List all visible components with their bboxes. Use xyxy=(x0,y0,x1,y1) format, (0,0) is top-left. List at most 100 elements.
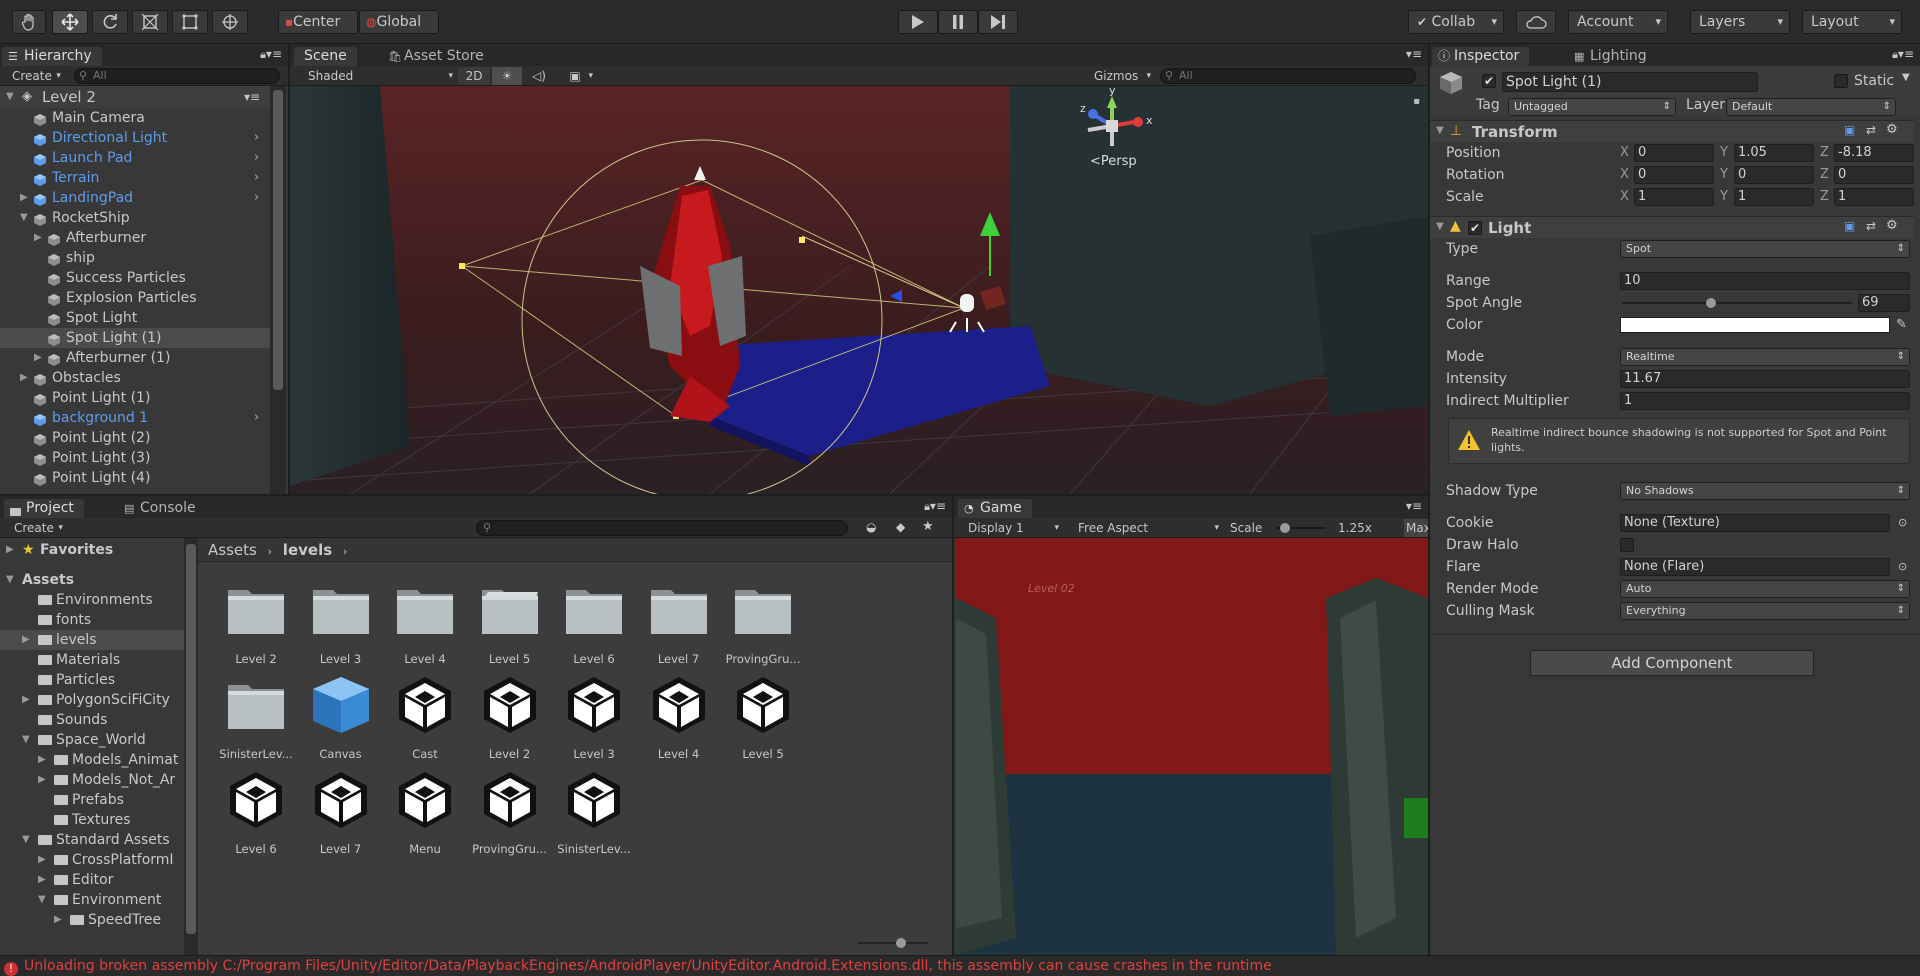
hierarchy-item[interactable]: Explosion Particles xyxy=(0,288,270,308)
transform-rotation-field[interactable]: 0 xyxy=(1834,166,1914,184)
image-effects-icon[interactable]: ▣ xyxy=(556,67,594,85)
maximize-toggle[interactable]: Max xyxy=(1404,519,1428,537)
collapse-arrow-icon[interactable]: ▶ xyxy=(38,770,46,790)
project-tree-item[interactable]: ▶ ★ Favorites xyxy=(0,540,184,560)
game-viewport[interactable]: Level 02 xyxy=(956,538,1428,955)
project-tree-item[interactable]: Environments xyxy=(0,590,184,610)
transform-scale-field[interactable]: 1 xyxy=(1734,188,1814,206)
sun-icon[interactable]: ☀ xyxy=(492,67,522,85)
collapse-arrow-icon[interactable]: ▶ xyxy=(38,850,46,870)
pause-button[interactable] xyxy=(938,10,978,34)
pivot-global-button[interactable]: ◍Global xyxy=(359,10,439,34)
tab-inspector[interactable]: ⓘ Inspector xyxy=(1432,47,1530,66)
project-tree-item[interactable]: Prefabs xyxy=(0,790,184,810)
hierarchy-item[interactable]: Point Light (2) xyxy=(0,428,270,448)
transform-position-field[interactable]: 0 xyxy=(1634,144,1714,162)
expand-arrow-icon[interactable]: ▼ xyxy=(20,208,28,228)
scale-knob[interactable] xyxy=(1280,523,1290,533)
chevron-right-icon[interactable]: › xyxy=(254,168,259,188)
collapse-arrow-icon[interactable]: ▶ xyxy=(6,540,14,560)
breadcrumb-levels[interactable]: levels xyxy=(283,541,332,559)
tag-dropdown[interactable]: Untagged xyxy=(1508,98,1676,116)
collapse-arrow-icon[interactable]: ▶ xyxy=(22,630,30,650)
project-tree-item[interactable]: ▶ Editor xyxy=(0,870,184,890)
settings-gear-icon[interactable]: ⚙ xyxy=(1886,122,1898,137)
hierarchy-item[interactable]: ▶ Afterburner xyxy=(0,228,270,248)
collapse-arrow-icon[interactable]: ▶ xyxy=(22,690,30,710)
expand-arrow-icon[interactable]: ▼ xyxy=(38,890,46,910)
hierarchy-item[interactable]: ship xyxy=(0,248,270,268)
project-tree-item[interactable]: Materials xyxy=(0,650,184,670)
project-tree-item[interactable]: fonts xyxy=(0,610,184,630)
asset-item[interactable]: Level 7 xyxy=(293,758,389,870)
aspect-dropdown[interactable]: Free Aspect xyxy=(1074,519,1220,537)
hierarchy-search-input[interactable]: ⚲ All xyxy=(74,68,280,84)
move-tool-icon[interactable] xyxy=(52,10,88,34)
layout-dropdown[interactable]: Layout xyxy=(1802,10,1902,34)
expand-arrow-icon[interactable]: ▼ xyxy=(6,570,14,590)
project-tree-item[interactable]: ▼ Environment xyxy=(0,890,184,910)
asset-item[interactable]: Level 6 xyxy=(208,758,304,870)
rotate-tool-icon[interactable] xyxy=(92,10,128,34)
add-component-button[interactable]: Add Component xyxy=(1530,650,1814,676)
color-swatch[interactable] xyxy=(1620,317,1890,333)
settings-gear-icon[interactable]: ⚙ xyxy=(1886,218,1898,233)
hierarchy-item[interactable]: ▶ LandingPad › xyxy=(0,188,270,208)
object-picker-icon[interactable]: ⊙ xyxy=(1898,556,1907,578)
chevron-right-icon[interactable]: › xyxy=(254,128,259,148)
project-tree-item[interactable]: ▶ Models_Animat xyxy=(0,750,184,770)
hierarchy-item[interactable]: Point Light (4) xyxy=(0,468,270,488)
active-checkbox[interactable]: ✔ xyxy=(1482,74,1496,88)
hierarchy-item[interactable]: Point Light (1) xyxy=(0,388,270,408)
asset-item[interactable]: SinisterLev... xyxy=(546,758,642,870)
pivot-center-button[interactable]: ▪Center xyxy=(278,10,358,34)
project-tree-item[interactable]: ▼ Assets xyxy=(0,570,184,590)
asset-item[interactable]: ProvingGru... xyxy=(462,758,558,870)
hierarchy-item[interactable]: background 1 › xyxy=(0,408,270,428)
tab-scene[interactable]: Scene xyxy=(294,47,357,66)
hierarchy-scrollbar[interactable] xyxy=(270,86,286,494)
project-tree-item[interactable]: ▼ Space_World xyxy=(0,730,184,750)
hand-tool-icon[interactable] xyxy=(12,10,46,34)
project-tree-item[interactable]: ▼ Standard Assets xyxy=(0,830,184,850)
hierarchy-scroll-thumb[interactable] xyxy=(273,90,283,390)
persp-label[interactable]: <Persp xyxy=(1090,154,1137,169)
eyedropper-icon[interactable]: ✎ xyxy=(1896,314,1907,336)
layer-dropdown[interactable]: Default xyxy=(1726,98,1896,116)
collapse-arrow-icon[interactable]: ▶ xyxy=(20,368,28,388)
panel-menu-icon[interactable]: ▾≡ xyxy=(1898,47,1914,61)
project-tree-scroll-thumb[interactable] xyxy=(186,544,196,934)
tab-asset-store[interactable]: 🛍︎ Asset Store xyxy=(382,47,494,66)
create-dropdown[interactable]: Create xyxy=(8,67,62,85)
asset-item[interactable]: Level 5 xyxy=(715,663,811,775)
scene-menu-icon[interactable]: ▾≡ xyxy=(244,86,260,108)
speaker-icon[interactable]: ◁) xyxy=(524,67,554,85)
status-bar[interactable]: ! Unloading broken assembly C:/Program Fi… xyxy=(0,955,1920,976)
hierarchy-item[interactable]: ▶ Obstacles xyxy=(0,368,270,388)
scene-root-row[interactable]: ▼ ◈ Level 2 ▾≡ xyxy=(0,86,270,108)
project-tree-item[interactable]: ▶ levels xyxy=(0,630,184,650)
static-checkbox[interactable] xyxy=(1834,74,1848,88)
project-tree-item[interactable]: ▶ SpeedTree xyxy=(0,910,184,930)
spot-angle-slider[interactable] xyxy=(1622,298,1852,308)
scene-search-input[interactable]: ⚲ All xyxy=(1160,68,1416,84)
gizmos-dropdown[interactable]: Gizmos xyxy=(1090,67,1152,85)
transform-tool-icon[interactable] xyxy=(212,10,248,34)
transform-position-field[interactable]: -8.18 xyxy=(1834,144,1914,162)
shading-dropdown[interactable]: Shaded xyxy=(304,67,454,85)
culling-mask-dropdown[interactable]: Everything xyxy=(1620,602,1910,620)
collapse-arrow-icon[interactable]: ▶ xyxy=(38,750,46,770)
chevron-right-icon[interactable]: › xyxy=(254,408,259,428)
transform-rotation-field[interactable]: 0 xyxy=(1734,166,1814,184)
spot-angle-field[interactable]: 69 xyxy=(1858,294,1910,312)
expand-arrow-icon[interactable]: ▼ xyxy=(22,730,30,750)
hierarchy-item[interactable]: Success Particles xyxy=(0,268,270,288)
tab-game[interactable]: ◔ Game xyxy=(958,499,1032,518)
collapse-arrow-icon[interactable]: ▶ xyxy=(54,910,62,930)
transform-rotation-field[interactable]: 0 xyxy=(1634,166,1714,184)
scale-slider[interactable] xyxy=(1276,523,1326,533)
asset-item[interactable]: Menu xyxy=(377,758,473,870)
filter-type-icon[interactable]: ◒ xyxy=(866,520,876,534)
panel-menu-icon[interactable]: ▾≡ xyxy=(930,499,946,513)
cloud-button[interactable] xyxy=(1516,10,1556,34)
